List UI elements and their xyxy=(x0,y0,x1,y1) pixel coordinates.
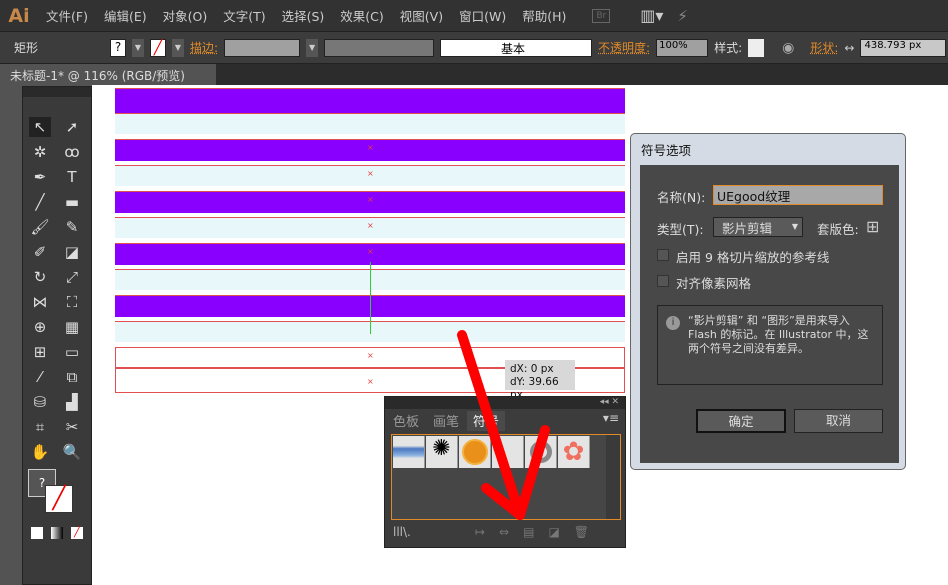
info-icon: i xyxy=(666,316,680,330)
info-box: i “影片剪辑” 和 “图形”是用来导入 Flash 的标记。在 Illustr… xyxy=(657,305,883,385)
symbol-options-dialog: 符号选项 名称(N): UEgood纹理 类型(T): 影片剪辑 ▼ 套版色: ⊞… xyxy=(630,133,906,470)
name-label: 名称(N): xyxy=(657,187,705,206)
registration-grid-icon[interactable]: ⊞ xyxy=(866,217,879,236)
type-value: 影片剪辑 xyxy=(722,221,772,236)
type-select[interactable]: 影片剪辑 ▼ xyxy=(713,217,803,237)
dialog-title: 符号选项 xyxy=(641,140,691,159)
name-input[interactable]: UEgood纹理 xyxy=(713,185,883,205)
chevron-down-icon: ▼ xyxy=(792,222,798,231)
pixel-grid-checkbox[interactable] xyxy=(657,275,669,287)
info-text: “影片剪辑” 和 “图形”是用来导入 Flash 的标记。在 Illustrat… xyxy=(688,314,873,356)
registration-label: 套版色: xyxy=(817,219,859,238)
9-slice-checkbox[interactable] xyxy=(657,249,669,261)
cancel-button[interactable]: 取消 xyxy=(794,409,883,433)
9-slice-label: 启用 9 格切片缩放的参考线 xyxy=(676,247,829,266)
type-label: 类型(T): xyxy=(657,219,704,238)
arrow-head xyxy=(520,430,545,515)
ok-button[interactable]: 确定 xyxy=(696,409,786,433)
pixel-grid-label: 对齐像素网格 xyxy=(676,273,751,292)
